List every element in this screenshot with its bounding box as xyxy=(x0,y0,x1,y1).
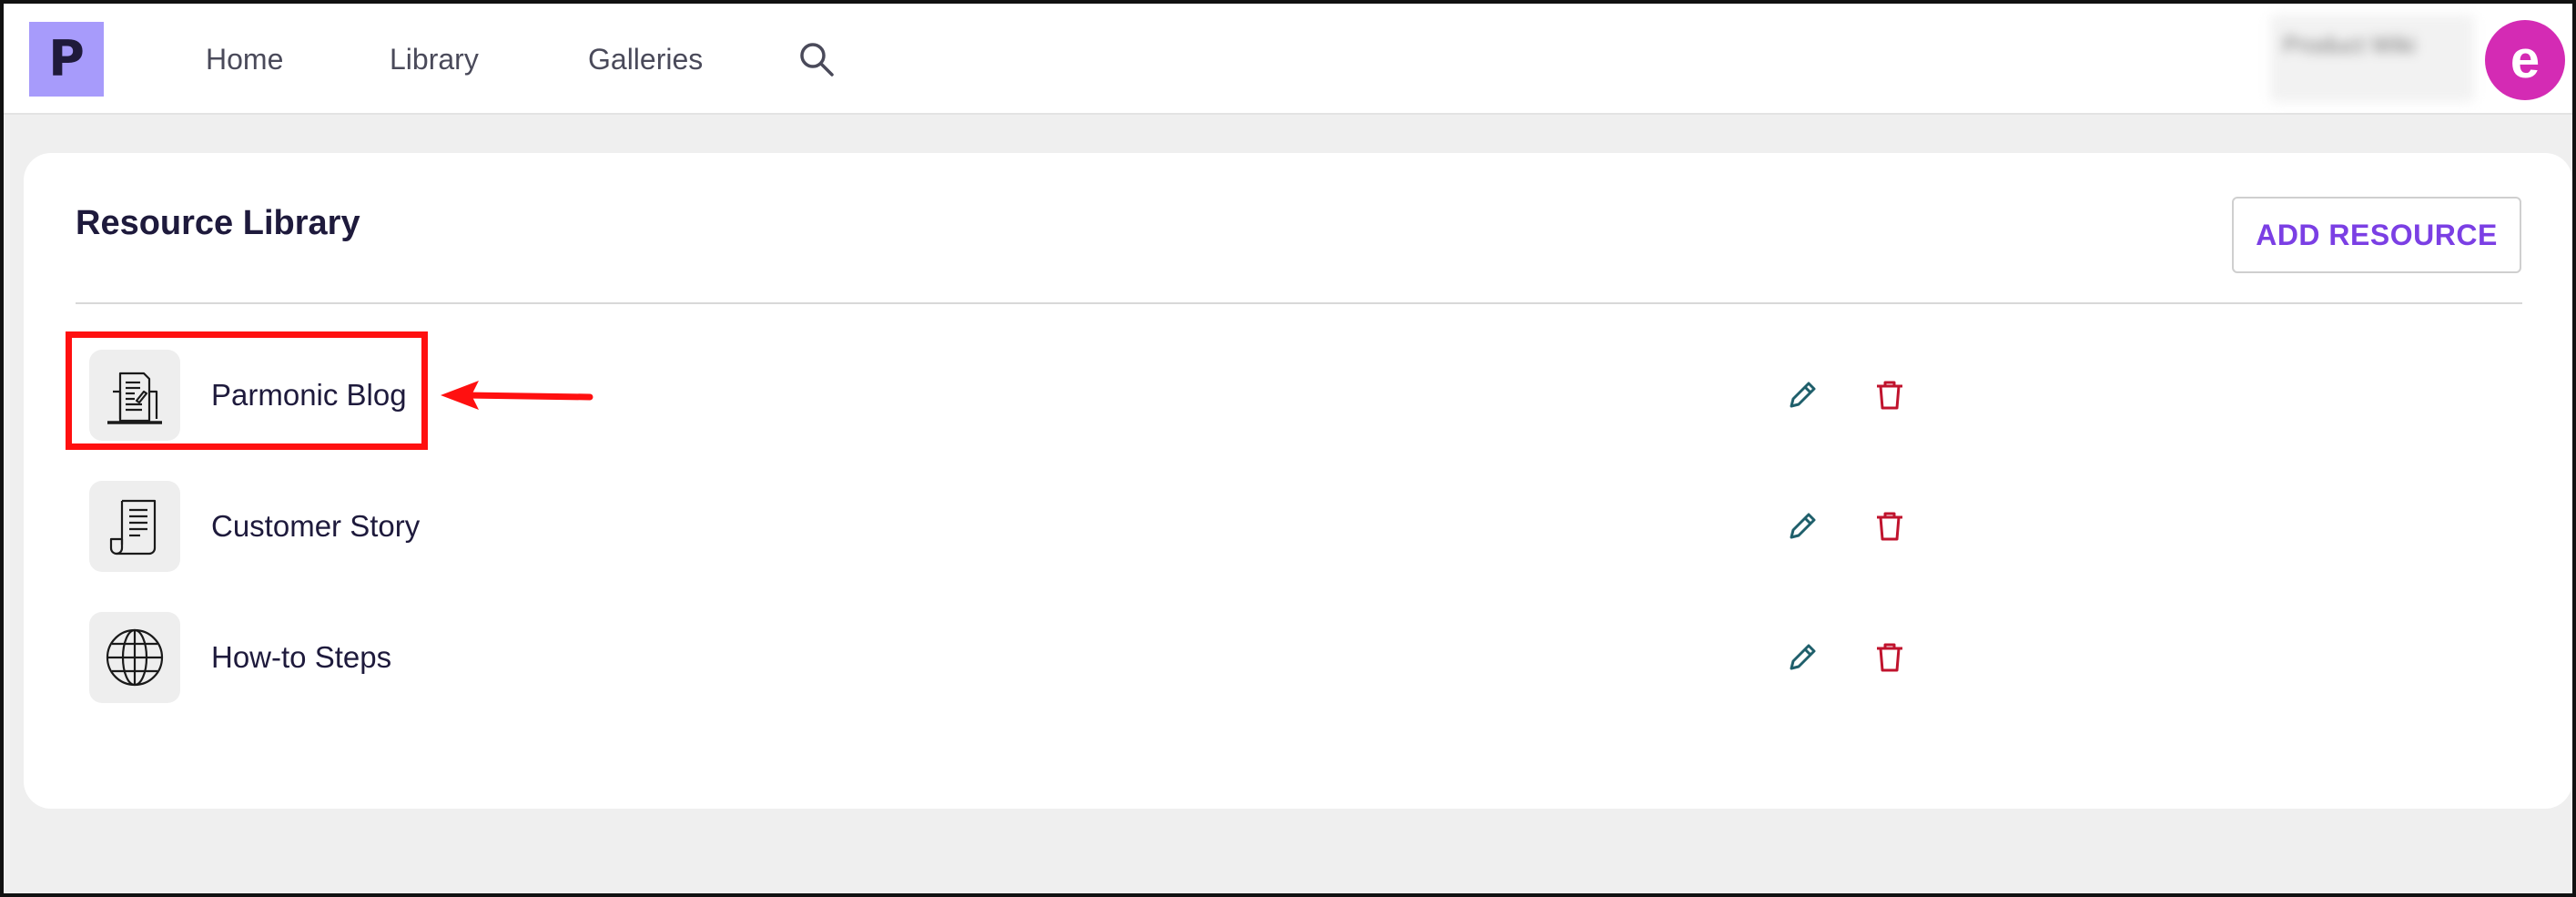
annotation-arrow-icon xyxy=(441,381,593,410)
trash-icon xyxy=(1877,512,1902,541)
trash-icon xyxy=(1877,381,1902,410)
resource-icon-tile xyxy=(89,481,180,572)
delete-button[interactable] xyxy=(1871,639,1908,676)
resource-icon-tile xyxy=(89,612,180,703)
document-scroll-icon xyxy=(109,499,157,556)
delete-button[interactable] xyxy=(1871,508,1908,545)
top-nav-bar: P Home Library Galleries Product Wiki e xyxy=(4,4,2572,115)
pencil-icon xyxy=(1790,513,1816,539)
delete-button[interactable] xyxy=(1871,377,1908,413)
edit-button[interactable] xyxy=(1784,508,1820,545)
user-name[interactable]: Product Wiki xyxy=(2270,15,2474,102)
edit-button[interactable] xyxy=(1784,639,1820,676)
app-logo[interactable]: P xyxy=(29,22,104,97)
nav-galleries[interactable]: Galleries xyxy=(588,38,703,80)
avatar-letter: e xyxy=(2510,30,2541,89)
list-item: Customer Story xyxy=(89,481,1964,572)
annotation-highlight-box xyxy=(66,331,428,450)
resource-name[interactable]: Customer Story xyxy=(211,506,420,546)
resource-library-card: Resource Library ADD RESOURCE Parmonic B… xyxy=(24,153,2572,809)
pencil-icon xyxy=(1790,382,1816,408)
trash-icon xyxy=(1877,643,1902,672)
list-item: How-to Steps xyxy=(89,612,1964,703)
edit-button[interactable] xyxy=(1784,377,1820,413)
nav-library[interactable]: Library xyxy=(390,38,479,80)
divider xyxy=(76,302,2522,304)
globe-icon xyxy=(106,628,164,687)
search-icon xyxy=(800,43,834,76)
nav-home[interactable]: Home xyxy=(206,38,283,80)
avatar[interactable]: e xyxy=(2485,20,2565,100)
pencil-icon xyxy=(1790,644,1816,670)
app-window: P Home Library Galleries Product Wiki e … xyxy=(0,0,2576,897)
add-resource-button[interactable]: ADD RESOURCE xyxy=(2232,197,2521,273)
resource-name[interactable]: How-to Steps xyxy=(211,637,391,678)
search-button[interactable] xyxy=(797,40,836,78)
logo-letter: P xyxy=(48,30,85,87)
page-title: Resource Library xyxy=(76,204,360,242)
